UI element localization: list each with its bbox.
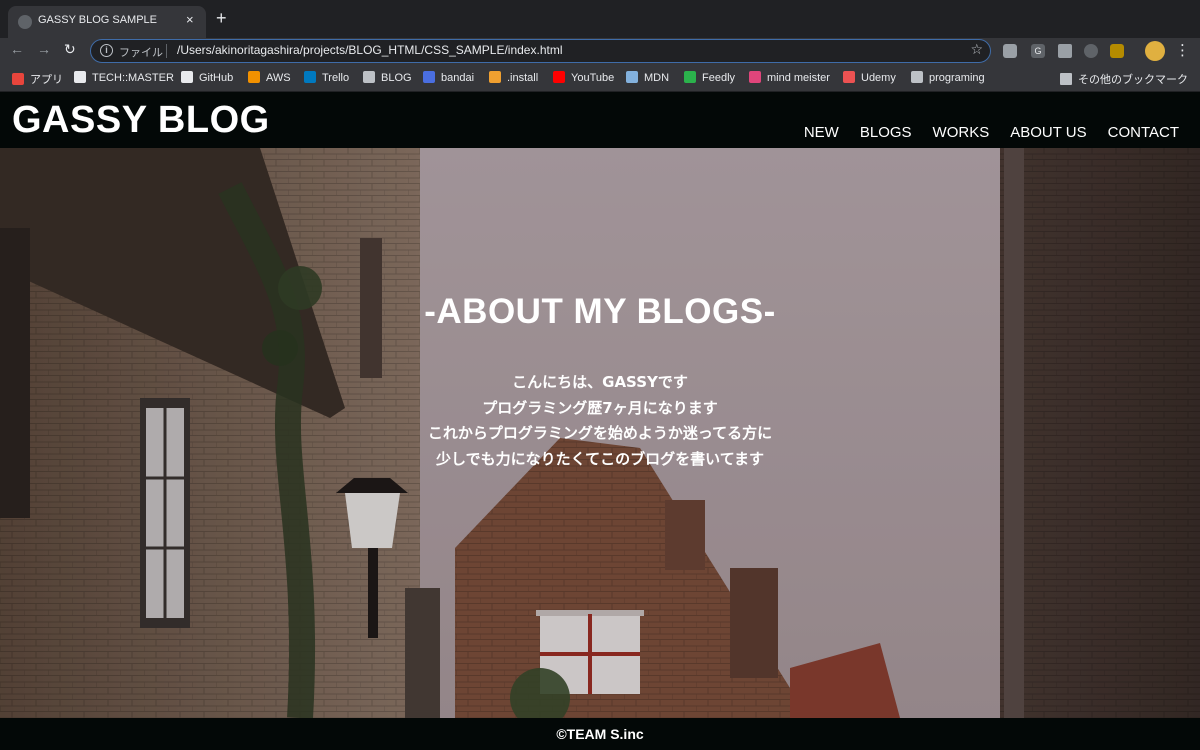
browser-tab[interactable]: GASSY BLOG SAMPLE × bbox=[8, 6, 206, 38]
hero-text: こんにちは、GASSYです プログラミング歴7ヶ月になります これからプログラミ… bbox=[0, 370, 1200, 472]
bookmark-label: Udemy bbox=[861, 72, 896, 84]
other-bookmarks-label: その他のブックマーク bbox=[1078, 74, 1188, 86]
info-icon[interactable]: i bbox=[100, 44, 113, 57]
mindmeister-icon bbox=[749, 71, 761, 83]
udemy-icon bbox=[843, 71, 855, 83]
site-logo[interactable]: GASSY BLOG bbox=[12, 99, 270, 142]
tab-strip: GASSY BLOG SAMPLE × + bbox=[0, 0, 1200, 38]
aws-icon bbox=[248, 71, 260, 83]
bookmark-trello[interactable]: Trello bbox=[304, 71, 349, 84]
hero-line: プログラミング歴7ヶ月になります bbox=[482, 398, 718, 417]
bookmark-label: Trello bbox=[322, 72, 350, 84]
hero-line: これからプログラミングを始めようか迷ってる方に bbox=[427, 424, 773, 442]
bookmark-label: bandai bbox=[441, 72, 475, 84]
bookmark-blog[interactable]: BLOG bbox=[363, 71, 412, 84]
install-icon bbox=[489, 71, 501, 83]
tab-title: GASSY BLOG SAMPLE bbox=[38, 14, 158, 26]
other-bookmarks-folder[interactable]: その他のブックマーク bbox=[1060, 71, 1188, 87]
site-header: GASSY BLOG NEW BLOGS WORKS ABOUT US CONT… bbox=[0, 92, 1200, 148]
bookmark-label: AWS bbox=[266, 72, 291, 84]
extension-icon[interactable] bbox=[1110, 44, 1124, 58]
bookmark-aws[interactable]: AWS bbox=[248, 71, 291, 84]
site-nav: NEW BLOGS WORKS ABOUT US CONTACT bbox=[804, 124, 1179, 141]
bookmark-tech-master[interactable]: TECH::MASTER bbox=[74, 71, 174, 84]
mdn-icon bbox=[626, 71, 638, 83]
new-tab-button[interactable]: + bbox=[216, 9, 227, 27]
youtube-icon bbox=[553, 71, 565, 83]
folder-icon bbox=[911, 71, 923, 83]
omnibox-divider bbox=[166, 44, 167, 58]
nav-about-us[interactable]: ABOUT US bbox=[1010, 124, 1086, 141]
bookmark-label: mind meister bbox=[767, 72, 830, 84]
bookmark-udemy[interactable]: Udemy bbox=[843, 71, 896, 84]
forward-button[interactable]: → bbox=[37, 41, 51, 57]
extension-g-icon[interactable]: G bbox=[1031, 44, 1045, 58]
bookmark-label: Feedly bbox=[702, 72, 736, 84]
bookmark-label: TECH::MASTER bbox=[92, 72, 174, 84]
bookmark-github[interactable]: GitHub bbox=[181, 71, 233, 84]
close-tab-icon[interactable]: × bbox=[186, 12, 194, 27]
camera-extension-icon[interactable] bbox=[1058, 44, 1072, 58]
bandai-icon bbox=[423, 71, 435, 83]
bookmark-install[interactable]: .install bbox=[489, 71, 538, 84]
nav-works[interactable]: WORKS bbox=[933, 124, 990, 141]
copyright-text: ©TEAM S.inc bbox=[556, 726, 644, 742]
bookmark-label: YouTube bbox=[571, 72, 615, 84]
bookmark-star-icon[interactable]: ☆ bbox=[970, 41, 983, 58]
blog-icon bbox=[363, 71, 375, 83]
web-page: GASSY BLOG NEW BLOGS WORKS ABOUT US CONT… bbox=[0, 92, 1200, 750]
feedly-icon bbox=[684, 71, 696, 83]
bookmark-bandai[interactable]: bandai bbox=[423, 71, 474, 84]
techmaster-icon bbox=[74, 71, 86, 83]
reload-button[interactable]: ↻ bbox=[64, 41, 76, 58]
bookmarks-bar: その他のブックマーク アプリ TECH::MASTER GitHub AWS Trell… bbox=[0, 66, 1200, 92]
hero-line: こんにちは、GASSYです bbox=[512, 373, 688, 391]
bookmark-mind-meister[interactable]: mind meister bbox=[749, 71, 830, 84]
bookmark-mdn[interactable]: MDN bbox=[626, 71, 669, 84]
trello-icon bbox=[304, 71, 316, 83]
back-button[interactable]: ← bbox=[10, 41, 24, 57]
site-footer: ©TEAM S.inc bbox=[0, 718, 1200, 750]
bookmark-feedly[interactable]: Feedly bbox=[684, 71, 735, 84]
hero-section: -ABOUT MY BLOGS- こんにちは、GASSYです プログラミング歴7… bbox=[0, 148, 1200, 718]
browser-toolbar: ← → ↻ i ファイル /Users/akinoritagashira/pro… bbox=[0, 38, 1200, 66]
github-icon bbox=[181, 71, 193, 83]
circle-extension-icon[interactable] bbox=[1084, 44, 1098, 58]
extension-icon[interactable] bbox=[1003, 44, 1017, 58]
url-text[interactable]: /Users/akinoritagashira/projects/BLOG_HT… bbox=[177, 43, 562, 57]
bookmark-label: programing bbox=[929, 72, 985, 84]
bookmark-youtube[interactable]: YouTube bbox=[553, 71, 614, 84]
apps-grid-icon bbox=[12, 73, 24, 85]
bookmark-label: .install bbox=[507, 72, 539, 84]
bookmark-label: MDN bbox=[644, 72, 670, 84]
nav-new[interactable]: NEW bbox=[804, 124, 839, 141]
hero-line: 少しでも力になりたくてこのブログを書いてます bbox=[436, 449, 764, 468]
menu-icon[interactable]: ⋮ bbox=[1175, 41, 1190, 59]
nav-contact[interactable]: CONTACT bbox=[1108, 124, 1179, 141]
bookmark-programing[interactable]: programing bbox=[911, 71, 985, 84]
address-bar[interactable]: i ファイル /Users/akinoritagashira/projects/… bbox=[90, 39, 991, 63]
scheme-label: ファイル bbox=[119, 47, 163, 59]
folder-icon bbox=[1060, 73, 1072, 85]
bookmark-apps[interactable]: アプリ bbox=[12, 71, 63, 87]
nav-blogs[interactable]: BLOGS bbox=[860, 124, 912, 141]
bookmark-label: BLOG bbox=[381, 72, 412, 84]
bookmark-label: GitHub bbox=[199, 72, 234, 84]
profile-avatar[interactable] bbox=[1145, 41, 1165, 61]
bookmark-label: アプリ bbox=[30, 74, 63, 86]
globe-icon bbox=[18, 15, 32, 29]
hero-title: -ABOUT MY BLOGS- bbox=[424, 292, 776, 331]
